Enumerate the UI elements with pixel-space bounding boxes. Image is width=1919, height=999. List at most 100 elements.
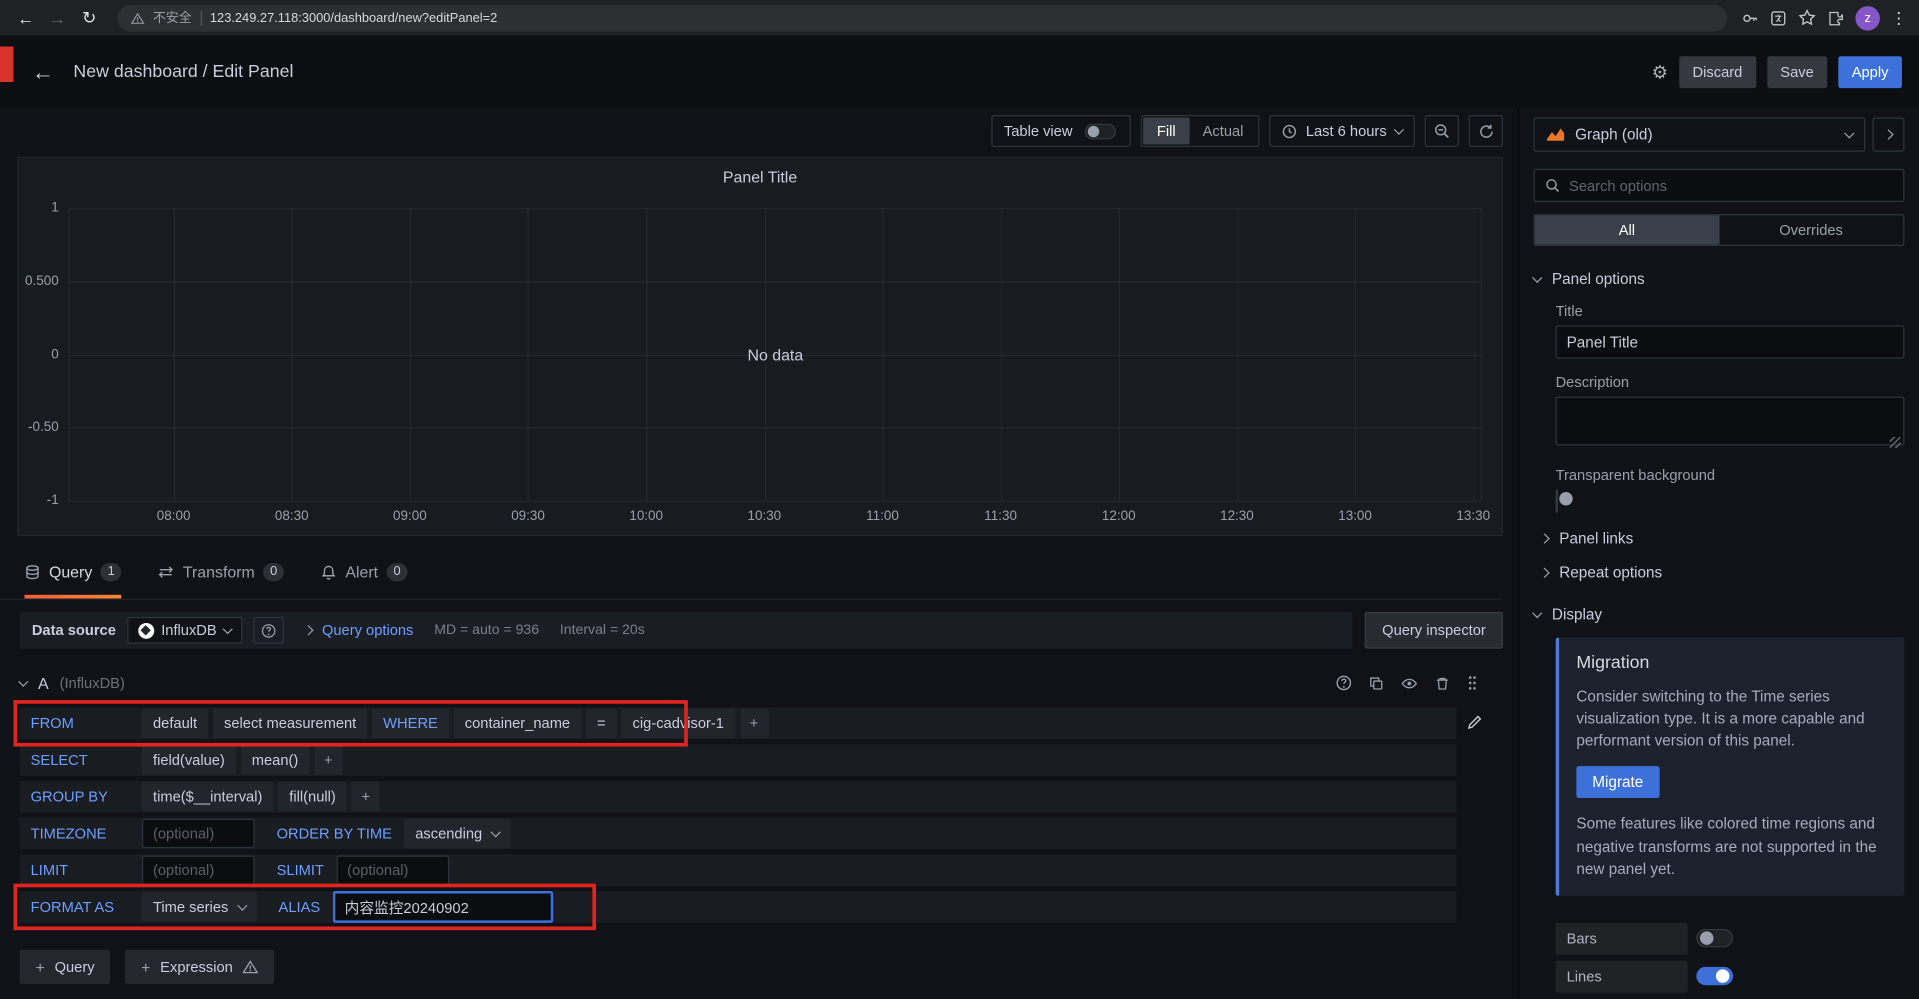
panel-options-section[interactable]: Panel options [1532,270,1905,288]
select-field-chip[interactable]: field(value) [141,745,236,775]
security-label[interactable]: 不安全 [153,9,192,27]
panel-links-section[interactable]: Panel links [1539,529,1904,548]
select-add-chip[interactable]: + [314,745,343,775]
browser-refresh-icon[interactable]: ↻ [76,4,103,31]
add-query-button[interactable]: + Query [19,949,111,985]
browser-back-icon[interactable]: ← [12,4,39,31]
refresh-button[interactable] [1468,115,1503,147]
key-icon[interactable] [1742,9,1759,26]
panel-title[interactable]: Panel Title [18,158,1501,186]
tab-query[interactable]: Query 1 [24,556,123,599]
translate-icon[interactable] [1770,9,1787,26]
from-policy-chip[interactable]: default [141,708,209,739]
trash-icon[interactable] [1434,675,1450,691]
drag-handle-icon[interactable] [1466,674,1478,691]
help-circle-icon [261,623,276,638]
timezone-input[interactable] [141,818,255,849]
tab-overrides[interactable]: Overrides [1719,215,1903,244]
x-tick-label: 10:00 [629,509,664,524]
table-view-toggle[interactable] [1085,123,1117,139]
select-aggregation-chip[interactable]: mean() [240,745,310,775]
chevron-down-icon [1844,127,1855,138]
panel-options-heading: Panel options [1551,270,1645,288]
where-add-chip[interactable]: + [739,708,769,739]
tab-alert-label: Alert [345,562,379,581]
group-by-row: GROUP BY time($__interval) fill(null) + [19,780,1457,813]
visualization-picker[interactable]: Graph (old) [1533,117,1866,152]
y-tick-label: -0.50 [28,420,59,435]
options-expand-button[interactable] [1872,117,1905,152]
panel-links-heading: Panel links [1559,529,1634,548]
where-operator-chip[interactable]: = [586,708,617,739]
query-ref-id: A [37,673,49,693]
tab-alert[interactable]: Alert 0 [321,556,408,599]
transparent-background-toggle[interactable] [1555,489,1559,513]
x-tick-label: 13:00 [1338,509,1372,524]
address-bar[interactable]: 不安全 123.249.27.118:3000/dashboard/new?ed… [117,4,1727,32]
h-gridline [69,208,1481,210]
browser-chrome: ← → ↻ 不安全 123.249.27.118:3000/dashboard/… [0,0,1919,36]
browser-profile-avatar[interactable]: z [1855,5,1880,30]
datasource-help-button[interactable] [253,616,285,644]
help-circle-icon[interactable] [1335,674,1352,691]
bars-toggle[interactable] [1696,929,1734,948]
actual-button[interactable]: Actual [1189,117,1257,144]
duplicate-copy-icon[interactable] [1368,675,1384,691]
from-measurement-chip[interactable]: select measurement [212,708,368,739]
order-by-time-select[interactable]: ascending [404,818,511,849]
graph-viz-icon [1547,128,1565,141]
query-inspector-button[interactable]: Query inspector [1365,611,1503,649]
apply-button[interactable]: Apply [1838,55,1902,88]
group-by-interval-chip[interactable]: time($__interval) [141,782,274,812]
fill-button[interactable]: Fill [1143,117,1190,145]
time-range-picker[interactable]: Last 6 hours [1269,115,1415,147]
chevron-down-icon [1393,123,1405,135]
settings-gear-icon[interactable]: ⚙ [1652,61,1668,83]
slimit-input[interactable] [336,855,449,885]
query-row-header[interactable]: A (InfluxDB) [18,668,1484,697]
add-expression-label: Expression [160,958,233,976]
display-heading: Display [1551,605,1603,623]
chevron-right-icon [303,625,314,636]
where-tag-key-chip[interactable]: container_name [453,708,582,739]
lines-toggle[interactable] [1696,967,1734,986]
v-gridline [764,208,766,501]
edit-pencil-icon[interactable] [1466,714,1483,731]
url-text[interactable]: 123.249.27.118:3000/dashboard/new?editPa… [210,10,497,25]
zoom-out-button[interactable] [1424,115,1459,147]
limit-input[interactable] [141,855,255,885]
browser-menu-icon[interactable]: ⋮ [1891,8,1907,28]
x-tick-label: 08:30 [274,509,309,524]
chevron-down-icon [490,826,501,837]
group-by-add-chip[interactable]: + [351,782,380,812]
chevron-down-icon [236,899,248,911]
add-expression-button[interactable]: + Expression [125,949,275,985]
save-button[interactable]: Save [1766,55,1828,88]
query-options-toggle[interactable]: Query options [303,622,413,639]
description-field-label: Description [1555,373,1630,391]
alias-input[interactable] [332,890,553,923]
chevron-right-icon [1539,533,1550,544]
y-tick-label: 1 [51,200,59,216]
bookmark-star-icon[interactable] [1798,9,1816,27]
search-options-input[interactable] [1569,176,1894,194]
collapse-chevron-icon[interactable] [18,675,29,687]
tab-all[interactable]: All [1534,215,1719,245]
description-textarea[interactable] [1555,396,1905,446]
extensions-icon[interactable] [1827,9,1844,26]
edit-panel-header: ← New dashboard / Edit Panel ⚙ Discard S… [0,35,1919,108]
panel-title-input[interactable] [1555,325,1905,359]
transparent-background-label: Transparent background [1555,466,1716,484]
data-source-picker[interactable]: InfluxDB [126,616,243,644]
repeat-options-section[interactable]: Repeat options [1539,564,1904,581]
group-by-fill-chip[interactable]: fill(null) [278,782,347,812]
eye-icon[interactable] [1400,675,1418,691]
migrate-button[interactable]: Migrate [1576,766,1660,799]
where-tag-value-chip[interactable]: cig-cadvisor-1 [621,708,735,739]
back-arrow-icon[interactable]: ← [32,61,54,83]
format-as-select[interactable]: Time series [141,892,257,922]
display-section[interactable]: Display [1532,605,1905,623]
discard-button[interactable]: Discard [1679,55,1756,88]
tab-transform[interactable]: Transform 0 [158,556,285,599]
page-title: New dashboard / Edit Panel [73,61,294,82]
